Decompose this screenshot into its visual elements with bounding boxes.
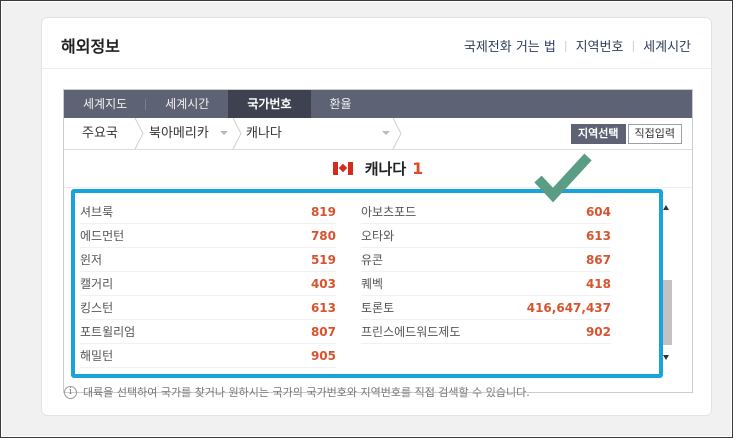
link-intl-call-guide[interactable]: 국제전화 거는 법	[464, 36, 556, 55]
chevron-down-icon	[382, 131, 390, 135]
list-item: 아보츠포드 604	[361, 200, 611, 224]
list-item: 포트윌리엄 807	[80, 320, 336, 344]
list-item: 오타와 613	[361, 224, 611, 248]
tab-bar: 세계지도 세계시간 국가번호 환율	[64, 90, 692, 118]
link-area-code[interactable]: 지역번호	[576, 36, 624, 55]
info-icon: i	[64, 385, 77, 399]
breadcrumb: 주요국 북아메리카 캐나다 지역선택 직접입력	[64, 118, 692, 150]
top-links: 국제전화 거는 법 | 지역번호 | 세계시간	[464, 36, 691, 55]
mode-buttons: 지역선택 직접입력	[571, 124, 682, 144]
list-item: 유콘 867	[361, 248, 611, 272]
region-code-list: 셔브룩 819 에드먼턴 780 윈저 519 캘거리 403 킹스턴 613 포트윌리엄…	[64, 187, 692, 392]
help-notice: i 대륙을 선택하여 국가를 찾거나 원하시는 국가의 국가번호와 지역번호를 …	[64, 384, 530, 400]
list-item: 윈저 519	[80, 248, 336, 272]
country-select[interactable]: 캐나다	[246, 118, 282, 149]
chevron-right-icon	[392, 118, 402, 149]
link-separator: |	[563, 39, 568, 52]
tab-country-code[interactable]: 국가번호	[228, 90, 311, 118]
notice-text: 대륙을 선택하여 국가를 찾거나 원하시는 국가의 국가번호와 지역번호를 직접…	[83, 386, 530, 399]
scroll-up-icon[interactable]	[663, 205, 669, 210]
tab-exchange-rate[interactable]: 환율	[311, 90, 371, 118]
canada-flag-icon	[332, 161, 353, 175]
list-item: 에드먼턴 780	[80, 224, 336, 248]
overseas-info-card: 해외정보 국제전화 거는 법 | 지역번호 | 세계시간 세계지도 세계시간 국…	[41, 17, 712, 416]
country-code: 1	[412, 158, 424, 178]
country-code-widget: 세계지도 세계시간 국가번호 환율 주요국 북아메리카 캐나다 지역선택 직접입…	[63, 89, 693, 393]
link-world-time[interactable]: 세계시간	[643, 36, 691, 55]
tab-label: 환율	[329, 97, 352, 111]
card-title: 해외정보	[61, 37, 120, 56]
list-item: 킹스턴 613	[80, 296, 336, 320]
tab-label: 세계시간	[165, 97, 210, 111]
direct-input-button[interactable]: 직접입력	[627, 124, 682, 144]
scroll-down-icon[interactable]	[663, 355, 669, 360]
divider	[42, 68, 711, 69]
breadcrumb-major-countries[interactable]: 주요국	[82, 118, 118, 149]
list-item: 퀘벡 418	[361, 272, 611, 296]
list-item: 토론토 416,647,437	[361, 296, 611, 320]
list-item: 해밀턴 905	[80, 344, 336, 368]
chevron-right-icon	[134, 118, 144, 149]
list-item: 프린스에드워드제도 902	[361, 320, 611, 344]
tab-world-map[interactable]: 세계지도	[64, 90, 147, 118]
link-separator: |	[631, 39, 636, 52]
region-column-right: 아보츠포드 604 오타와 613 유콘 867 퀘벡 418 토론토 416,647,4…	[361, 200, 611, 344]
list-scrollbar[interactable]	[660, 200, 672, 365]
region-column-left: 셔브룩 819 에드먼턴 780 윈저 519 캘거리 403 킹스턴 613 포트윌리엄…	[80, 200, 336, 368]
list-item: 캘거리 403	[80, 272, 336, 296]
chevron-right-icon	[232, 118, 242, 149]
continent-select[interactable]: 북아메리카	[149, 118, 209, 149]
region-select-button[interactable]: 지역선택	[571, 124, 626, 144]
tab-world-time[interactable]: 세계시간	[146, 90, 228, 118]
tab-label: 국가번호	[247, 97, 292, 111]
selected-country: 캐나다 1	[64, 150, 692, 186]
tab-label: 세계지도	[83, 97, 128, 111]
scroll-thumb[interactable]	[662, 280, 672, 345]
chevron-down-icon	[220, 131, 228, 135]
country-name: 캐나다	[364, 159, 407, 178]
list-item: 셔브룩 819	[80, 200, 336, 224]
